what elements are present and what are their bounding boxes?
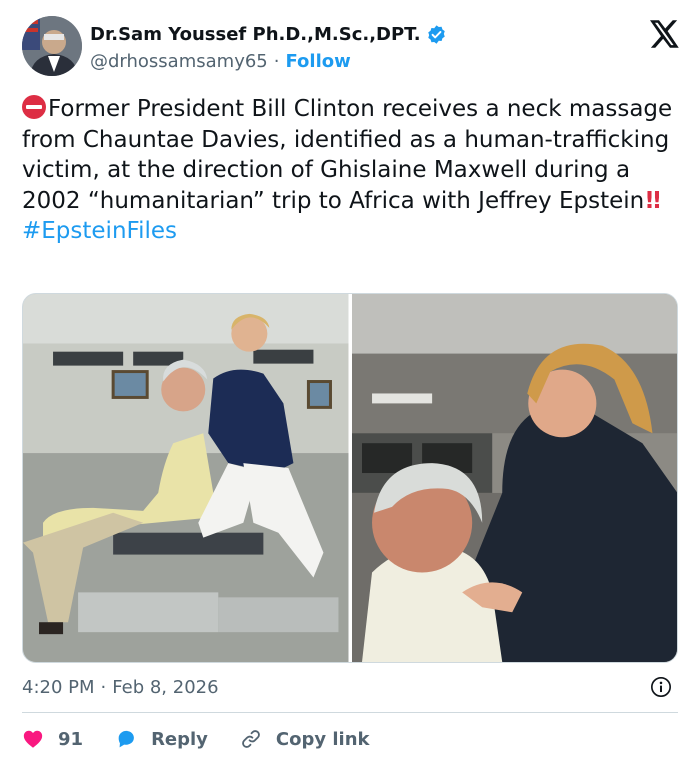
tweet-header: Dr.Sam Youssef Ph.D.,M.Sc.,DPT. @drhossa… — [22, 14, 682, 80]
separator-dot: · — [100, 676, 107, 698]
tweet-text: Former President Bill Clinton receives a… — [22, 96, 680, 214]
author-display-name[interactable]: Dr.Sam Youssef Ph.D.,M.Sc.,DPT. — [90, 24, 421, 45]
follow-button[interactable]: Follow — [285, 51, 350, 72]
tweet-time: 4:20 PM — [22, 676, 95, 698]
reply-bubble-icon — [118, 730, 134, 748]
reply-label: Reply — [151, 728, 208, 750]
hashtag-link[interactable]: #EpsteinFiles — [22, 218, 177, 244]
timestamp[interactable]: 4:20 PM · Feb 8, 2026 — [22, 675, 219, 699]
verified-badge-icon — [427, 24, 445, 44]
copy-link-label: Copy link — [275, 728, 370, 750]
photo-right[interactable] — [351, 294, 677, 662]
photo-left[interactable] — [23, 294, 349, 662]
separator-dot: · — [273, 50, 280, 72]
copy-link-button[interactable]: Copy link — [240, 728, 370, 750]
like-count: 91 — [58, 728, 84, 750]
action-bar: 91 Reply Copy link — [22, 724, 402, 754]
link-icon — [242, 730, 260, 748]
no-entry-icon — [22, 95, 46, 119]
tweet-date: Feb 8, 2026 — [112, 676, 219, 698]
author-block: Dr.Sam Youssef Ph.D.,M.Sc.,DPT. @drhossa… — [90, 22, 447, 74]
x-logo-icon[interactable] — [650, 20, 680, 48]
like-button[interactable]: 91 — [22, 728, 83, 750]
author-handle[interactable]: @drhossamsamy65 — [90, 51, 268, 72]
media-grid — [22, 293, 678, 663]
tweet-body: Former President Bill Clinton receives a… — [22, 94, 682, 247]
divider — [22, 712, 678, 713]
avatar[interactable] — [22, 16, 82, 76]
double-exclamation-icon: !! — [644, 187, 662, 214]
reply-button[interactable]: Reply — [115, 728, 208, 750]
heart-icon — [23, 730, 43, 748]
info-icon[interactable] — [650, 676, 672, 698]
